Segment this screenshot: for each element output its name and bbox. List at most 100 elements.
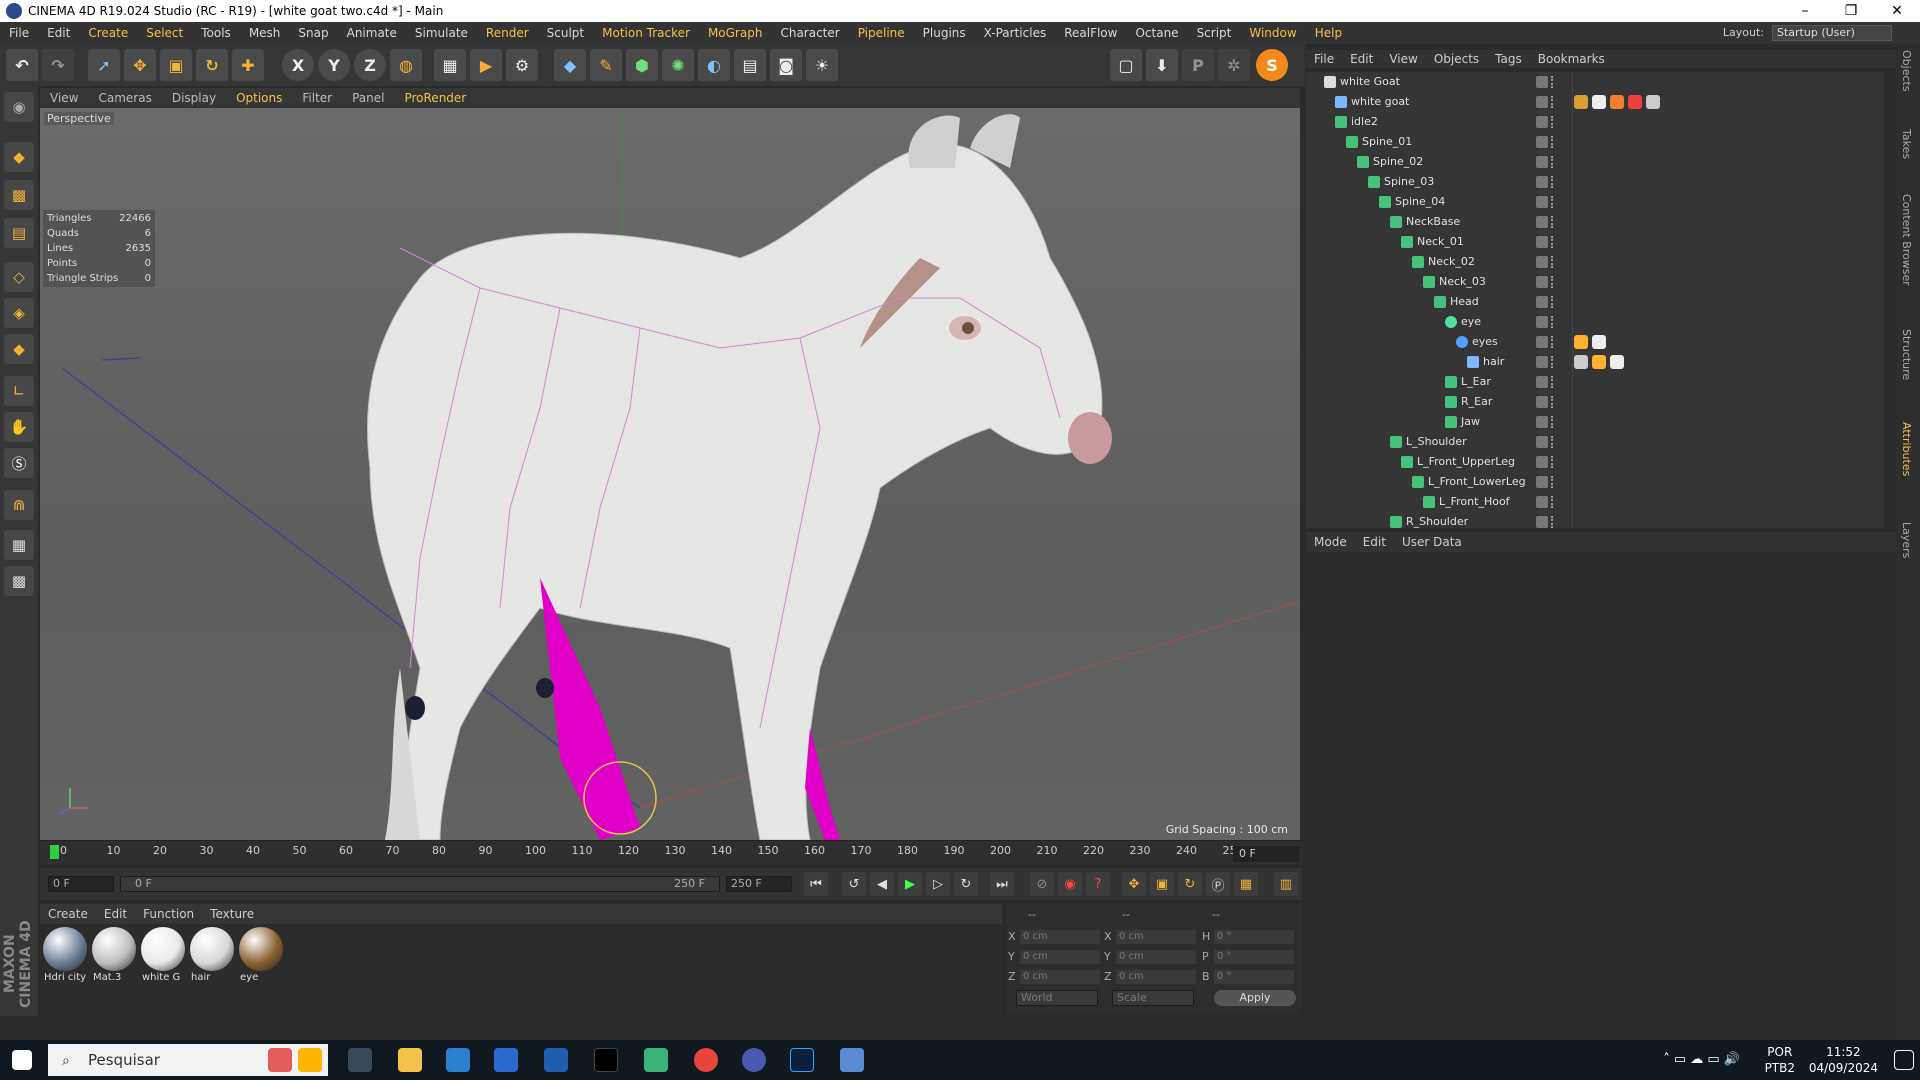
cloner-icon[interactable]: ✺ — [662, 49, 694, 81]
menu-script[interactable]: Script — [1188, 26, 1241, 40]
auto-key-icon[interactable]: ◉ — [1058, 872, 1082, 896]
visibility-toggle-icon[interactable] — [1536, 436, 1548, 448]
render-dots-icon[interactable] — [1551, 396, 1555, 408]
material-swatch[interactable]: eye — [238, 926, 284, 986]
viewport-menu-prorender[interactable]: ProRender — [394, 91, 476, 105]
menu-pipeline[interactable]: Pipeline — [849, 26, 914, 40]
menu-file[interactable]: File — [0, 26, 38, 40]
object-row[interactable]: Spine_03 — [1306, 172, 1884, 192]
visibility-toggle-icon[interactable] — [1536, 196, 1548, 208]
undo-icon[interactable]: ↶ — [6, 49, 38, 81]
material-menu-function[interactable]: Function — [135, 907, 202, 921]
object-row[interactable]: Neck_02 — [1306, 252, 1884, 272]
object-tag-icon[interactable] — [1646, 95, 1660, 109]
go-to-end-icon[interactable]: ⏭ — [990, 872, 1014, 896]
frame-range-slider[interactable]: 0 F 250 F — [120, 876, 720, 892]
outlook-icon[interactable] — [544, 1048, 568, 1072]
visibility-toggle-icon[interactable] — [1536, 276, 1548, 288]
next-key-icon[interactable]: ↻ — [954, 872, 978, 896]
y-axis-icon[interactable]: Y — [318, 49, 350, 81]
edges-mode-icon[interactable]: ◈ — [4, 298, 34, 328]
z-axis-icon[interactable]: Z — [354, 49, 386, 81]
attributes-menu-mode[interactable]: Mode — [1306, 535, 1355, 549]
object-tag-icon[interactable] — [1592, 355, 1606, 369]
tab-takes[interactable]: Takes — [1900, 129, 1913, 159]
redo-icon[interactable]: ↷ — [42, 49, 74, 81]
tab-layers[interactable]: Layers — [1900, 522, 1913, 558]
menu-tools[interactable]: Tools — [192, 26, 240, 40]
coord-value-field[interactable]: 0 cm — [1116, 930, 1196, 944]
render-dots-icon[interactable] — [1551, 456, 1555, 468]
attributes-menu-user-data[interactable]: User Data — [1394, 535, 1470, 549]
object-menu-edit[interactable]: Edit — [1342, 52, 1381, 66]
object-menu-tags[interactable]: Tags — [1487, 52, 1530, 66]
render-dots-icon[interactable] — [1551, 376, 1555, 388]
language-indicator[interactable]: POR PTB2 — [1765, 1044, 1795, 1076]
material-menu-texture[interactable]: Texture — [202, 907, 262, 921]
visibility-toggle-icon[interactable] — [1536, 456, 1548, 468]
points-mode-icon[interactable]: ◇ — [4, 262, 34, 292]
render-dots-icon[interactable] — [1551, 416, 1555, 428]
rotate-icon[interactable]: ↻ — [196, 49, 228, 81]
visibility-toggle-icon[interactable] — [1536, 76, 1548, 88]
axis-mode-icon[interactable]: ∟ — [4, 376, 34, 406]
coord-value-field[interactable]: 0 cm — [1020, 970, 1100, 984]
select-icon[interactable]: ➚ — [88, 49, 120, 81]
object-row[interactable]: eye — [1306, 312, 1884, 332]
menu-animate[interactable]: Animate — [338, 26, 406, 40]
render-dots-icon[interactable] — [1551, 76, 1555, 88]
menu-motion-tracker[interactable]: Motion Tracker — [593, 26, 699, 40]
object-row[interactable]: Jaw — [1306, 412, 1884, 432]
sculpt-icon[interactable]: ◉ — [4, 92, 34, 122]
object-tag-icon[interactable] — [1592, 335, 1606, 349]
visibility-toggle-icon[interactable] — [1536, 496, 1548, 508]
object-menu-bookmarks[interactable]: Bookmarks — [1530, 52, 1613, 66]
edit-render-icon[interactable]: ▢ — [1110, 49, 1142, 81]
goat-model[interactable] — [367, 114, 1112, 840]
snap-plugin-icon[interactable]: S — [1256, 49, 1288, 81]
menu-plugins[interactable]: Plugins — [914, 26, 975, 40]
visibility-toggle-icon[interactable] — [1536, 136, 1548, 148]
render-dots-icon[interactable] — [1551, 496, 1555, 508]
tweak-icon[interactable]: ✋ — [4, 412, 34, 442]
task-view-icon[interactable] — [348, 1048, 372, 1072]
mail-icon[interactable] — [494, 1048, 518, 1072]
visibility-toggle-icon[interactable] — [1536, 376, 1548, 388]
notification-icon[interactable] — [1894, 1050, 1914, 1070]
object-tag-icon[interactable] — [1574, 335, 1588, 349]
coord-value-field[interactable]: 0 cm — [1116, 950, 1196, 964]
world-coords-icon[interactable]: ◍ — [390, 49, 422, 81]
material-swatch[interactable]: Mat.3 — [91, 926, 137, 986]
visibility-toggle-icon[interactable] — [1536, 176, 1548, 188]
cube-icon[interactable]: ◆ — [554, 49, 586, 81]
camera-icon[interactable]: ◙ — [770, 49, 802, 81]
psr-icon[interactable]: P — [1182, 49, 1214, 81]
coord-value-field[interactable]: 0 ° — [1214, 950, 1294, 964]
texture-mode-icon[interactable]: ▩ — [4, 180, 34, 210]
visibility-toggle-icon[interactable] — [1536, 516, 1548, 528]
light-icon[interactable]: ☀ — [806, 49, 838, 81]
coord-value-field[interactable]: 0 cm — [1020, 930, 1100, 944]
object-row[interactable]: R_Ear — [1306, 392, 1884, 412]
menu-select[interactable]: Select — [137, 26, 192, 40]
menu-window[interactable]: Window — [1240, 26, 1305, 40]
visibility-toggle-icon[interactable] — [1536, 476, 1548, 488]
object-row[interactable]: R_Shoulder — [1306, 512, 1884, 528]
floor-icon[interactable]: ▤ — [734, 49, 766, 81]
visibility-toggle-icon[interactable] — [1536, 116, 1548, 128]
render-dots-icon[interactable] — [1551, 296, 1555, 308]
object-row[interactable]: idle2 — [1306, 112, 1884, 132]
render-dots-icon[interactable] — [1551, 116, 1555, 128]
apply-button[interactable]: Apply — [1214, 990, 1296, 1006]
visibility-toggle-icon[interactable] — [1536, 96, 1548, 108]
taskbar-clock[interactable]: 11:52 04/09/2024 — [1809, 1044, 1878, 1076]
menu-x-particles[interactable]: X-Particles — [975, 26, 1056, 40]
object-tag-icon[interactable] — [1610, 355, 1624, 369]
key-rotation-icon[interactable]: ↻ — [1178, 872, 1202, 896]
material-swatch[interactable]: Hdri city — [42, 926, 88, 986]
render-dots-icon[interactable] — [1551, 156, 1555, 168]
visibility-toggle-icon[interactable] — [1536, 356, 1548, 368]
pen-icon[interactable]: ✎ — [590, 49, 622, 81]
menu-snap[interactable]: Snap — [289, 26, 337, 40]
coord-value-field[interactable]: 0 cm — [1116, 970, 1196, 984]
